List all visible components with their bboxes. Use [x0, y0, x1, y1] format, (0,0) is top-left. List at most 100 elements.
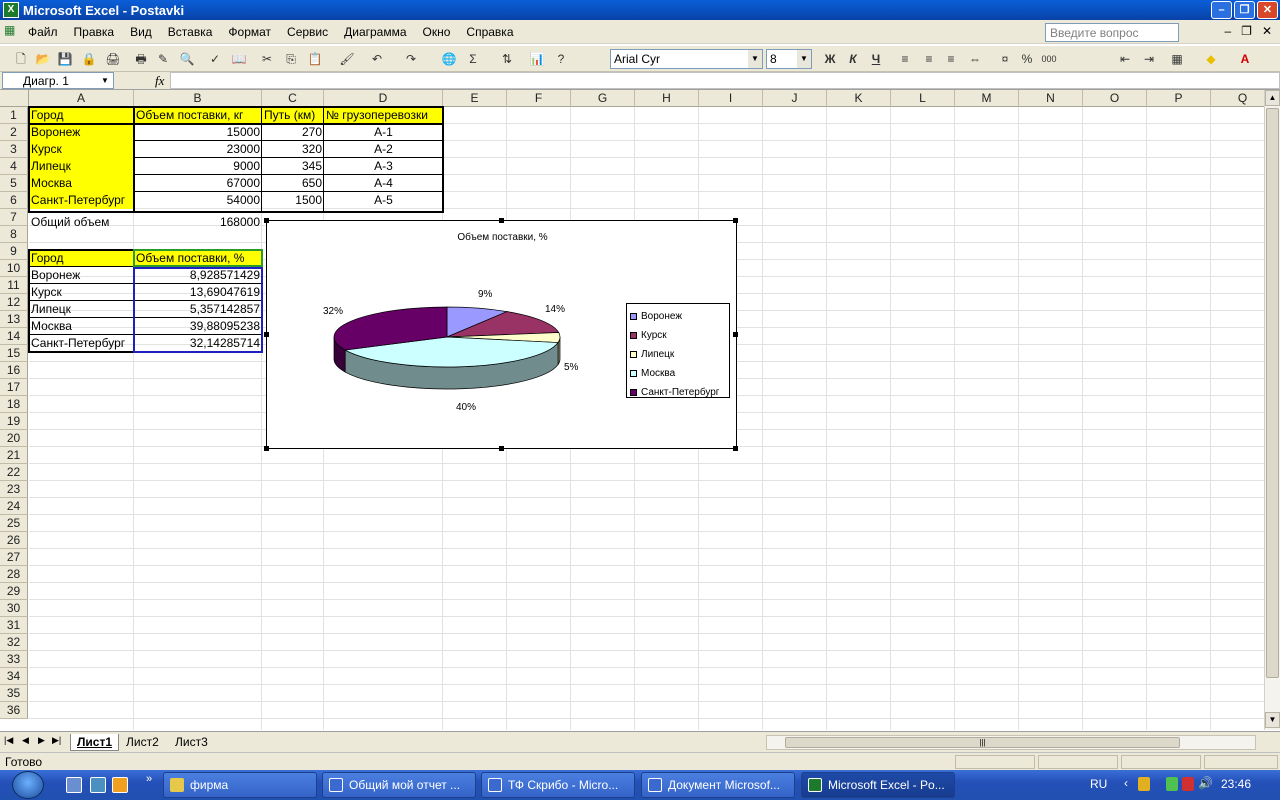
resize-handle[interactable]	[264, 446, 269, 451]
research-book-icon[interactable]: 📖	[230, 50, 248, 68]
menu-edit[interactable]: Правка	[66, 25, 123, 39]
menu-insert[interactable]: Вставка	[160, 25, 221, 39]
first-sheet-icon[interactable]: |◀	[4, 735, 13, 746]
row-header[interactable]: 18	[0, 396, 28, 413]
switch-windows-icon[interactable]	[90, 777, 106, 793]
row-header[interactable]: 1	[0, 107, 28, 124]
scroll-thumb[interactable]: |||	[785, 737, 1180, 748]
bold-button[interactable]: Ж	[821, 50, 839, 68]
minimize-button[interactable]: –	[1211, 1, 1232, 19]
permission-icon[interactable]: 🔒	[80, 50, 98, 68]
row-header[interactable]: 33	[0, 651, 28, 668]
column-header[interactable]: K	[827, 90, 891, 107]
column-header[interactable]: P	[1147, 90, 1211, 107]
fill-color-icon[interactable]: ◆	[1202, 50, 1220, 68]
column-header[interactable]: I	[699, 90, 763, 107]
sheet-tab-2[interactable]: Лист2	[120, 734, 165, 751]
network-icon[interactable]	[1166, 777, 1178, 791]
row-header[interactable]: 29	[0, 583, 28, 600]
column-header[interactable]: M	[955, 90, 1019, 107]
resize-handle[interactable]	[499, 446, 504, 451]
font-color-icon[interactable]: A	[1236, 50, 1254, 68]
row-header[interactable]: 19	[0, 413, 28, 430]
italic-button[interactable]: К	[844, 50, 862, 68]
function-icon[interactable]: fx	[155, 73, 164, 89]
column-header[interactable]: C	[262, 90, 324, 107]
column-header[interactable]: F	[507, 90, 571, 107]
scroll-up-icon[interactable]: ▲	[1265, 90, 1280, 106]
chart-wizard-icon[interactable]: 📊	[528, 50, 546, 68]
column-header[interactable]: N	[1019, 90, 1083, 107]
row-header[interactable]: 8	[0, 226, 28, 243]
media-player-icon[interactable]	[112, 777, 128, 793]
network-error-icon[interactable]	[1182, 777, 1194, 791]
row-header[interactable]: 22	[0, 464, 28, 481]
row-header[interactable]: 26	[0, 532, 28, 549]
row-header[interactable]: 35	[0, 685, 28, 702]
column-header[interactable]: E	[443, 90, 507, 107]
resize-handle[interactable]	[733, 218, 738, 223]
column-header[interactable]: O	[1083, 90, 1147, 107]
merge-center-icon[interactable]: ⇔	[966, 50, 984, 68]
redo-icon[interactable]: ↷	[402, 50, 420, 68]
print-preview-icon[interactable]: 🖨	[104, 50, 122, 68]
row-header[interactable]: 21	[0, 447, 28, 464]
start-button[interactable]	[12, 771, 44, 799]
resize-handle[interactable]	[264, 332, 269, 337]
menu-tools[interactable]: Сервис	[279, 25, 336, 39]
menu-window[interactable]: Окно	[415, 25, 459, 39]
copy-icon[interactable]: ⎘	[282, 50, 300, 68]
language-indicator[interactable]: RU	[1090, 777, 1107, 791]
column-header[interactable]: B	[134, 90, 262, 107]
next-sheet-icon[interactable]: ▶	[38, 735, 45, 746]
resize-handle[interactable]	[264, 218, 269, 223]
workbook-icon[interactable]: ▦	[4, 23, 20, 41]
select-all-corner[interactable]	[0, 90, 29, 107]
scroll-thumb[interactable]	[1266, 108, 1279, 678]
spelling-icon[interactable]: ✓	[206, 50, 224, 68]
row-header[interactable]: 5	[0, 175, 28, 192]
cut-icon[interactable]: ✂	[258, 50, 276, 68]
menu-format[interactable]: Формат	[220, 25, 279, 39]
align-right-icon[interactable]: ≡	[942, 50, 960, 68]
volume-icon[interactable]: 🔊	[1198, 776, 1213, 790]
row-header[interactable]: 12	[0, 294, 28, 311]
clock[interactable]: 23:46	[1221, 777, 1251, 791]
row-header[interactable]: 16	[0, 362, 28, 379]
row-header[interactable]: 9	[0, 243, 28, 260]
column-header[interactable]: D	[324, 90, 443, 107]
hyperlink-icon[interactable]: 🌐	[440, 50, 458, 68]
decrease-indent-icon[interactable]: ⇤	[1116, 50, 1134, 68]
preview-icon[interactable]: 🔍	[178, 50, 196, 68]
help-question-input[interactable]: Введите вопрос	[1045, 23, 1179, 42]
task-word-scribo[interactable]: ТФ Скрибо - Micro...	[481, 772, 635, 798]
currency-icon[interactable]: ¤	[996, 50, 1014, 68]
row-header[interactable]: 23	[0, 481, 28, 498]
row-header[interactable]: 2	[0, 124, 28, 141]
percent-icon[interactable]: %	[1018, 50, 1036, 68]
cell-b7[interactable]: 168000	[134, 214, 262, 231]
row-header[interactable]: 15	[0, 345, 28, 362]
formula-input[interactable]	[170, 72, 1280, 89]
last-sheet-icon[interactable]: ▶|	[52, 735, 61, 746]
row-header[interactable]: 31	[0, 617, 28, 634]
underline-button[interactable]: Ч	[867, 50, 885, 68]
comma-style-icon[interactable]: 000	[1040, 50, 1058, 68]
row-header[interactable]: 24	[0, 498, 28, 515]
resize-handle[interactable]	[733, 332, 738, 337]
show-desktop-icon[interactable]	[66, 777, 82, 793]
column-header[interactable]: G	[571, 90, 635, 107]
row-header[interactable]: 28	[0, 566, 28, 583]
undo-icon[interactable]: ↶	[368, 50, 386, 68]
borders-icon[interactable]: ▦	[1168, 50, 1186, 68]
row-header[interactable]: 10	[0, 260, 28, 277]
row-header[interactable]: 27	[0, 549, 28, 566]
workbook-minimize-button[interactable]: –	[1224, 24, 1231, 38]
column-header[interactable]: A	[29, 90, 134, 107]
sheet-tab-1[interactable]: Лист1	[70, 734, 120, 751]
menu-view[interactable]: Вид	[122, 25, 160, 39]
menu-chart[interactable]: Диаграмма	[336, 25, 414, 39]
task-excel[interactable]: Microsoft Excel - Po...	[801, 772, 955, 798]
row-header[interactable]: 3	[0, 141, 28, 158]
increase-indent-icon[interactable]: ⇥	[1140, 50, 1158, 68]
